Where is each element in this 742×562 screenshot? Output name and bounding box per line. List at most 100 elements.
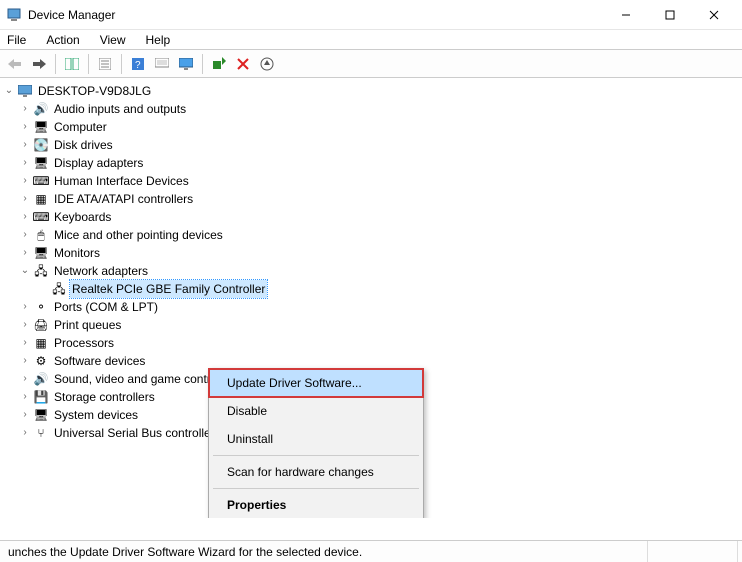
computer-icon	[17, 83, 33, 99]
tree-category[interactable]: ›⌨Keyboards	[2, 208, 742, 226]
toolbar-separator	[202, 54, 203, 74]
tree-category[interactable]: ›🖥Monitors	[2, 244, 742, 262]
expand-icon[interactable]: ›	[18, 370, 32, 388]
window-controls	[604, 1, 736, 29]
tree-category-label: Computer	[52, 118, 109, 136]
expand-icon[interactable]: ›	[18, 154, 32, 172]
window-title: Device Manager	[28, 8, 115, 22]
device-category-icon: ⌨	[33, 209, 49, 225]
tree-category[interactable]: ›🖨Print queues	[2, 316, 742, 334]
expand-icon[interactable]: ›	[18, 244, 32, 262]
expand-icon[interactable]: ›	[18, 136, 32, 154]
device-category-icon: ⚬	[33, 299, 49, 315]
expand-icon[interactable]: ›	[18, 316, 32, 334]
tree-category[interactable]: ›⚬Ports (COM & LPT)	[2, 298, 742, 316]
update-driver-button[interactable]	[256, 53, 278, 75]
tree-category-label: Monitors	[52, 244, 102, 262]
status-text: unches the Update Driver Software Wizard…	[4, 541, 648, 562]
device-category-icon: 💽	[33, 137, 49, 153]
tree-category[interactable]: ›🖥Display adapters	[2, 154, 742, 172]
expand-icon[interactable]: ⌄	[2, 82, 16, 100]
tree-root-label: DESKTOP-V9D8JLG	[36, 82, 153, 100]
device-category-icon: 💾	[33, 389, 49, 405]
tree-category[interactable]: ›💽Disk drives	[2, 136, 742, 154]
tree-category[interactable]: ›▦Processors	[2, 334, 742, 352]
ctx-scan[interactable]: Scan for hardware changes	[209, 458, 423, 486]
statusbar: unches the Update Driver Software Wizard…	[0, 540, 742, 562]
tree-category[interactable]: ›▦IDE ATA/ATAPI controllers	[2, 190, 742, 208]
device-category-icon: ▦	[33, 191, 49, 207]
ctx-update-driver[interactable]: Update Driver Software...	[209, 369, 423, 397]
titlebar: Device Manager	[0, 0, 742, 30]
tree-category[interactable]: ›🖥Computer	[2, 118, 742, 136]
device-category-icon: 🖥	[33, 119, 49, 135]
expand-icon[interactable]: ›	[18, 424, 32, 442]
collapse-icon[interactable]: ⌄	[18, 262, 32, 280]
expand-icon[interactable]: ›	[18, 406, 32, 424]
tree-device-selected[interactable]: 🖧 Realtek PCIe GBE Family Controller	[2, 280, 742, 298]
menu-file[interactable]: File	[4, 32, 29, 48]
view-button[interactable]	[151, 53, 173, 75]
expand-icon[interactable]: ›	[18, 190, 32, 208]
tree-category-label: Display adapters	[52, 154, 145, 172]
device-category-icon: 🖥	[33, 407, 49, 423]
tree-category-label: Keyboards	[52, 208, 113, 226]
toolbar-separator	[121, 54, 122, 74]
expand-icon[interactable]: ›	[18, 388, 32, 406]
menu-help[interactable]: Help	[143, 32, 174, 48]
expand-icon[interactable]: ›	[18, 118, 32, 136]
expand-icon[interactable]: ›	[18, 100, 32, 118]
network-adapter-icon: 🖧	[51, 281, 67, 297]
minimize-button[interactable]	[604, 1, 648, 29]
tree-root[interactable]: ⌄ DESKTOP-V9D8JLG	[2, 82, 742, 100]
ctx-uninstall[interactable]: Uninstall	[209, 425, 423, 453]
properties-button[interactable]	[94, 53, 116, 75]
maximize-button[interactable]	[648, 1, 692, 29]
ctx-properties[interactable]: Properties	[209, 491, 423, 518]
expand-icon[interactable]: ›	[18, 298, 32, 316]
device-category-icon: 🖥	[33, 155, 49, 171]
tree-category[interactable]: ›🖱Mice and other pointing devices	[2, 226, 742, 244]
menu-view[interactable]: View	[97, 32, 129, 48]
tree-category-label: Processors	[52, 334, 116, 352]
tree-category-label: Mice and other pointing devices	[52, 226, 225, 244]
toolbar-separator	[88, 54, 89, 74]
menu-action[interactable]: Action	[43, 32, 82, 48]
scan-hardware-button[interactable]	[208, 53, 230, 75]
monitor-icon[interactable]	[175, 53, 197, 75]
help-button[interactable]: ?	[127, 53, 149, 75]
expand-icon[interactable]: ›	[18, 172, 32, 190]
tree-category-label: Network adapters	[52, 262, 150, 280]
expand-icon[interactable]: ›	[18, 334, 32, 352]
tree-category-label: Software devices	[52, 352, 147, 370]
app-icon	[6, 7, 22, 23]
tree-category-network[interactable]: ⌄ 🖧 Network adapters	[2, 262, 742, 280]
expand-icon[interactable]: ›	[18, 226, 32, 244]
nav-forward-button[interactable]	[28, 53, 50, 75]
ctx-divider	[213, 455, 419, 456]
tree-category-label: Human Interface Devices	[52, 172, 191, 190]
tree-category[interactable]: ›⌨Human Interface Devices	[2, 172, 742, 190]
nav-back-button[interactable]	[4, 53, 26, 75]
tree-category[interactable]: ›🔊Audio inputs and outputs	[2, 100, 742, 118]
toolbar-separator	[55, 54, 56, 74]
device-category-icon: ⑂	[33, 425, 49, 441]
tree-category-label: Ports (COM & LPT)	[52, 298, 160, 316]
device-category-icon: 🖨	[33, 317, 49, 333]
tree-category-label: Print queues	[52, 316, 123, 334]
tree-category-label: Audio inputs and outputs	[52, 100, 188, 118]
device-tree[interactable]: ⌄ DESKTOP-V9D8JLG ›🔊Audio inputs and out…	[0, 78, 742, 518]
expand-icon[interactable]: ›	[18, 352, 32, 370]
device-category-icon: 🖱	[33, 227, 49, 243]
close-button[interactable]	[692, 1, 736, 29]
menubar: File Action View Help	[0, 30, 742, 50]
context-menu: Update Driver Software... Disable Uninst…	[208, 368, 424, 518]
device-category-icon: 🔊	[33, 101, 49, 117]
expand-icon[interactable]: ›	[18, 208, 32, 226]
show-hide-tree-button[interactable]	[61, 53, 83, 75]
status-cell-empty	[648, 541, 738, 562]
tree-category-label: Disk drives	[52, 136, 115, 154]
ctx-disable[interactable]: Disable	[209, 397, 423, 425]
uninstall-button[interactable]	[232, 53, 254, 75]
tree-category-label: System devices	[52, 406, 140, 424]
